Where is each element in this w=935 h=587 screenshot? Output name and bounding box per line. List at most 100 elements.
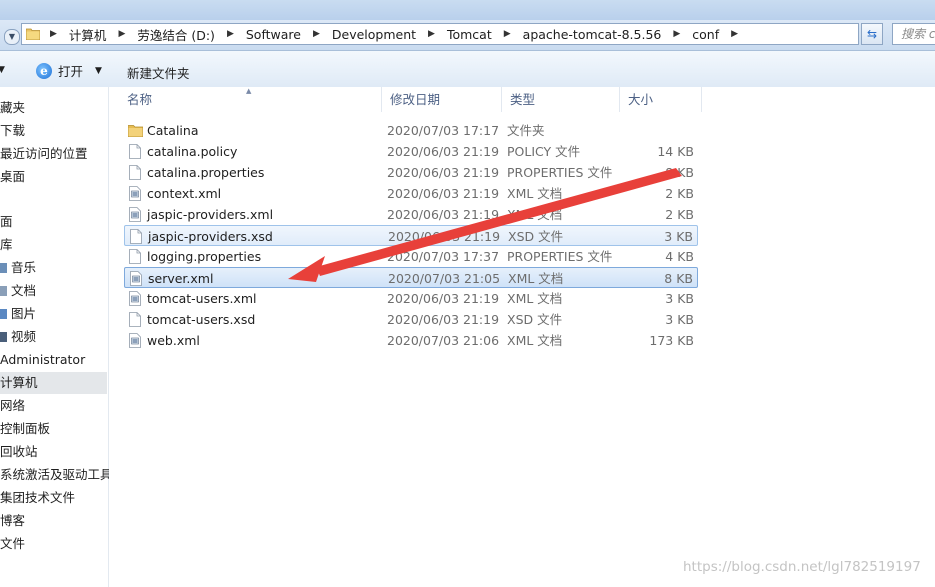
file-size: 3 KB [665,312,694,327]
nav-item-administrator[interactable]: Administrator [0,349,85,371]
column-header-date[interactable]: 修改日期 [382,87,502,112]
file-name: tomcat-users.xml [147,291,257,306]
breadcrumb-conf[interactable]: conf [692,27,719,42]
file-row[interactable]: Catalina 2020/07/03 17:17 文件夹 [124,120,698,141]
chevron-right-icon[interactable]: ▶ [50,29,57,39]
file-list: ▲ 名称 修改日期 类型 大小 Catalina 2020/07/03 17:17… [109,87,935,587]
nav-item-recent-places[interactable]: 最近访问的位置 [0,143,88,165]
new-folder-button[interactable]: 新建文件夹 [127,63,190,82]
address-bar[interactable]: ▶ 计算机 ▶ 劳逸结合 (D:) ▶ Software ▶ Developme… [21,23,875,45]
column-header-size[interactable]: 大小 [620,87,702,112]
breadcrumb-tomcat[interactable]: Tomcat [447,27,492,42]
file-type: XML 文档 [507,291,563,306]
nav-item-libraries[interactable]: 库 [0,234,13,256]
chevron-right-icon[interactable]: ▶ [731,29,738,39]
file-row[interactable]: catalina.policy 2020/06/03 21:19 POLICY 文件… [124,141,698,162]
navigation-pane: 藏夹 下载 最近访问的位置 桌面 面 库 音乐 文档 图片 视频 Adminis… [0,87,113,587]
file-name: server.xml [148,271,214,286]
organize-dropdown-icon[interactable]: ▼ [0,65,5,75]
xml-file-icon [129,186,141,201]
internet-explorer-icon: e [36,62,52,79]
nav-item-videos[interactable]: 视频 [0,326,36,348]
xml-file-icon [129,291,141,306]
documents-library-icon [0,286,7,296]
chevron-right-icon[interactable]: ▶ [428,29,435,39]
file-date: 2020/06/03 21:19 [387,165,500,180]
chevron-right-icon[interactable]: ▶ [118,29,125,39]
file-size: 4 KB [665,249,694,264]
nav-item-recycle-bin[interactable]: 回收站 [0,441,38,463]
chevron-right-icon[interactable]: ▶ [313,29,320,39]
file-row[interactable]: server.xml 2020/07/03 21:05 XML 文档 8 KB [124,267,698,288]
nav-item-music[interactable]: 音乐 [0,257,36,279]
file-size: 3 KB [665,291,694,306]
file-row[interactable]: logging.properties 2020/07/03 17:37 PROPER… [124,246,698,267]
file-row[interactable]: web.xml 2020/07/03 21:06 XML 文档 173 KB [124,330,698,351]
chevron-right-icon[interactable]: ▶ [227,29,234,39]
file-row[interactable]: context.xml 2020/06/03 21:19 XML 文档 2 KB [124,183,698,204]
nav-item-activation-tools[interactable]: 系统激活及驱动工具 [0,464,113,486]
file-size: 2 KB [665,207,694,222]
open-button[interactable]: e 打开 ▼ [36,61,102,80]
file-date: 2020/07/03 17:17 [387,123,500,138]
nav-item-desktop[interactable]: 桌面 [0,166,25,188]
breadcrumb-computer[interactable]: 计算机 [69,25,107,44]
nav-item-favorites[interactable]: 藏夹 [0,97,25,119]
file-row[interactable]: tomcat-users.xml 2020/06/03 21:19 XML 文档 3 … [124,288,698,309]
file-row[interactable]: catalina.properties 2020/06/03 21:19 PROPE… [124,162,698,183]
column-header-type[interactable]: 类型 [502,87,620,112]
file-name: jaspic-providers.xml [147,207,274,222]
file-date: 2020/06/03 21:19 [387,144,500,159]
breadcrumb-development[interactable]: Development [332,27,416,42]
chevron-right-icon[interactable]: ▶ [504,29,511,39]
nav-item-pictures[interactable]: 图片 [0,303,36,325]
file-icon [129,144,141,159]
breadcrumb-software[interactable]: Software [246,27,301,42]
file-name: context.xml [147,186,222,201]
file-row[interactable]: tomcat-users.xsd 2020/06/03 21:19 XSD 文件 3 … [124,309,698,330]
breadcrumb-apache-tomcat[interactable]: apache-tomcat-8.5.56 [523,27,662,42]
nav-item-group-tech-files[interactable]: 集团技术文件 [0,487,75,509]
file-type: XML 文档 [507,333,563,348]
history-dropdown-icon[interactable]: ▼ [4,29,20,45]
nav-item-documents[interactable]: 文档 [0,280,36,302]
nav-item-control-panel[interactable]: 控制面板 [0,418,50,440]
nav-item-network[interactable]: 网络 [0,395,25,417]
file-date: 2020/06/03 21:19 [388,229,501,244]
search-input[interactable]: 搜索 conf [892,23,935,45]
nav-item-downloads[interactable]: 下载 [0,120,25,142]
chevron-down-icon[interactable]: ▼ [95,66,102,76]
file-date: 2020/06/03 21:19 [387,312,500,327]
nav-item-blog[interactable]: 博客 [0,510,25,532]
file-row[interactable]: jaspic-providers.xsd 2020/06/03 21:19 XSD … [124,225,698,246]
chevron-right-icon[interactable]: ▶ [673,29,680,39]
file-date: 2020/07/03 17:37 [387,249,500,264]
nav-item-desktop-root[interactable]: 面 [0,211,13,233]
file-type: XSD 文件 [507,312,563,327]
file-icon [130,229,142,244]
xml-file-icon [129,333,141,348]
file-row[interactable]: jaspic-providers.xml 2020/06/03 21:19 XML … [124,204,698,225]
file-type: XSD 文件 [508,229,564,244]
file-name: catalina.properties [147,165,265,180]
file-type: PROPERTIES 文件 [507,165,613,180]
pictures-library-icon [0,309,7,319]
file-icon [129,165,141,180]
breadcrumb-drive-d[interactable]: 劳逸结合 (D:) [137,25,215,44]
open-label: 打开 [58,64,84,79]
refresh-button[interactable]: ⇆ [861,23,883,45]
file-type: POLICY 文件 [507,144,581,159]
nav-item-files[interactable]: 文件 [0,533,25,555]
address-bar-row: ▼ ▶ 计算机 ▶ 劳逸结合 (D:) ▶ Software ▶ Develop… [0,20,935,51]
file-date: 2020/07/03 21:05 [388,271,501,286]
file-size: 3 KB [664,229,693,244]
nav-item-computer[interactable]: 计算机 [0,372,107,394]
file-icon [129,312,141,327]
file-icon [129,249,141,264]
xml-file-icon [130,271,142,286]
column-header-name[interactable]: 名称 [119,87,382,112]
xml-file-icon [129,207,141,222]
window-top-strip [0,0,935,20]
breadcrumb: ▶ 计算机 ▶ 劳逸结合 (D:) ▶ Software ▶ Developme… [50,24,750,44]
file-type: XML 文档 [507,207,563,222]
